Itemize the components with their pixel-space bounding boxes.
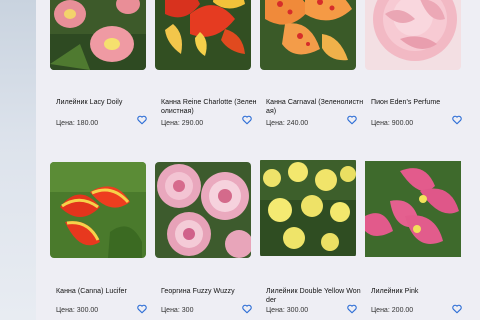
product-photo-pink-daylily-2[interactable] [365,156,461,262]
product-price: Цена: 290.00 [161,120,204,127]
product-price: Цена: 180.00 [56,120,99,127]
product-price: Цена: 300.00 [266,307,309,314]
product-card[interactable]: Пион Eden's Perfume Цена: 900.00 [353,0,462,132]
product-name[interactable]: Лилейник Lacy Doily [56,98,154,107]
product-photo-orange-spotted-canna[interactable] [260,0,356,70]
product-photo-yellow-daylily[interactable] [260,158,356,258]
heart-outline-icon[interactable] [452,304,462,314]
product-photo-pink-peony[interactable] [365,0,461,70]
product-card[interactable]: Канна (Canna) Lucifer Цена: 300.00 [38,162,147,320]
product-card[interactable]: Лилейник Pink Цена: 200.00 [353,156,462,314]
product-name[interactable]: Лилейник Double Yellow Wonder [266,287,364,305]
product-price: Цена: 900.00 [371,120,414,127]
product-price: Цена: 240.00 [266,120,309,127]
product-card[interactable]: Лилейник Lacy Doily Цена: 180.00 [38,0,147,132]
product-grid: Лилейник Lacy Doily Цена: 180.00 Канна Re… [36,0,480,320]
page-side-background [0,0,36,320]
product-card[interactable]: Канна Reine Charlotte (Зеленолистная) Це… [143,0,257,132]
product-card[interactable]: Канна Carnaval (Зеленолистная) Цена: 240.… [248,0,363,132]
product-card[interactable]: Георгина Fuzzy Wuzzy Цена: 300 [143,162,252,320]
product-name[interactable]: Канна (Canna) Lucifer [56,287,154,296]
product-photo-pink-dahlia[interactable] [155,162,251,258]
product-card[interactable]: Лилейник Double Yellow Wonder Цена: 300.0… [248,158,361,316]
product-photo-lucifer-canna[interactable] [50,162,146,258]
product-price: Цена: 300.00 [56,307,99,314]
product-name[interactable]: Георгина Fuzzy Wuzzy [161,287,259,296]
product-price: Цена: 300 [161,307,194,314]
product-name[interactable]: Лилейник Pink [371,287,469,296]
product-price: Цена: 200.00 [371,307,414,314]
product-name[interactable]: Канна Carnaval (Зеленолистная) [266,98,364,116]
product-photo-red-yellow-canna[interactable] [155,0,251,70]
product-photo-pink-daylily[interactable] [50,0,146,70]
product-name[interactable]: Канна Reine Charlotte (Зеленолистная) [161,98,259,116]
product-name[interactable]: Пион Eden's Perfume [371,98,469,107]
heart-outline-icon[interactable] [452,115,462,125]
